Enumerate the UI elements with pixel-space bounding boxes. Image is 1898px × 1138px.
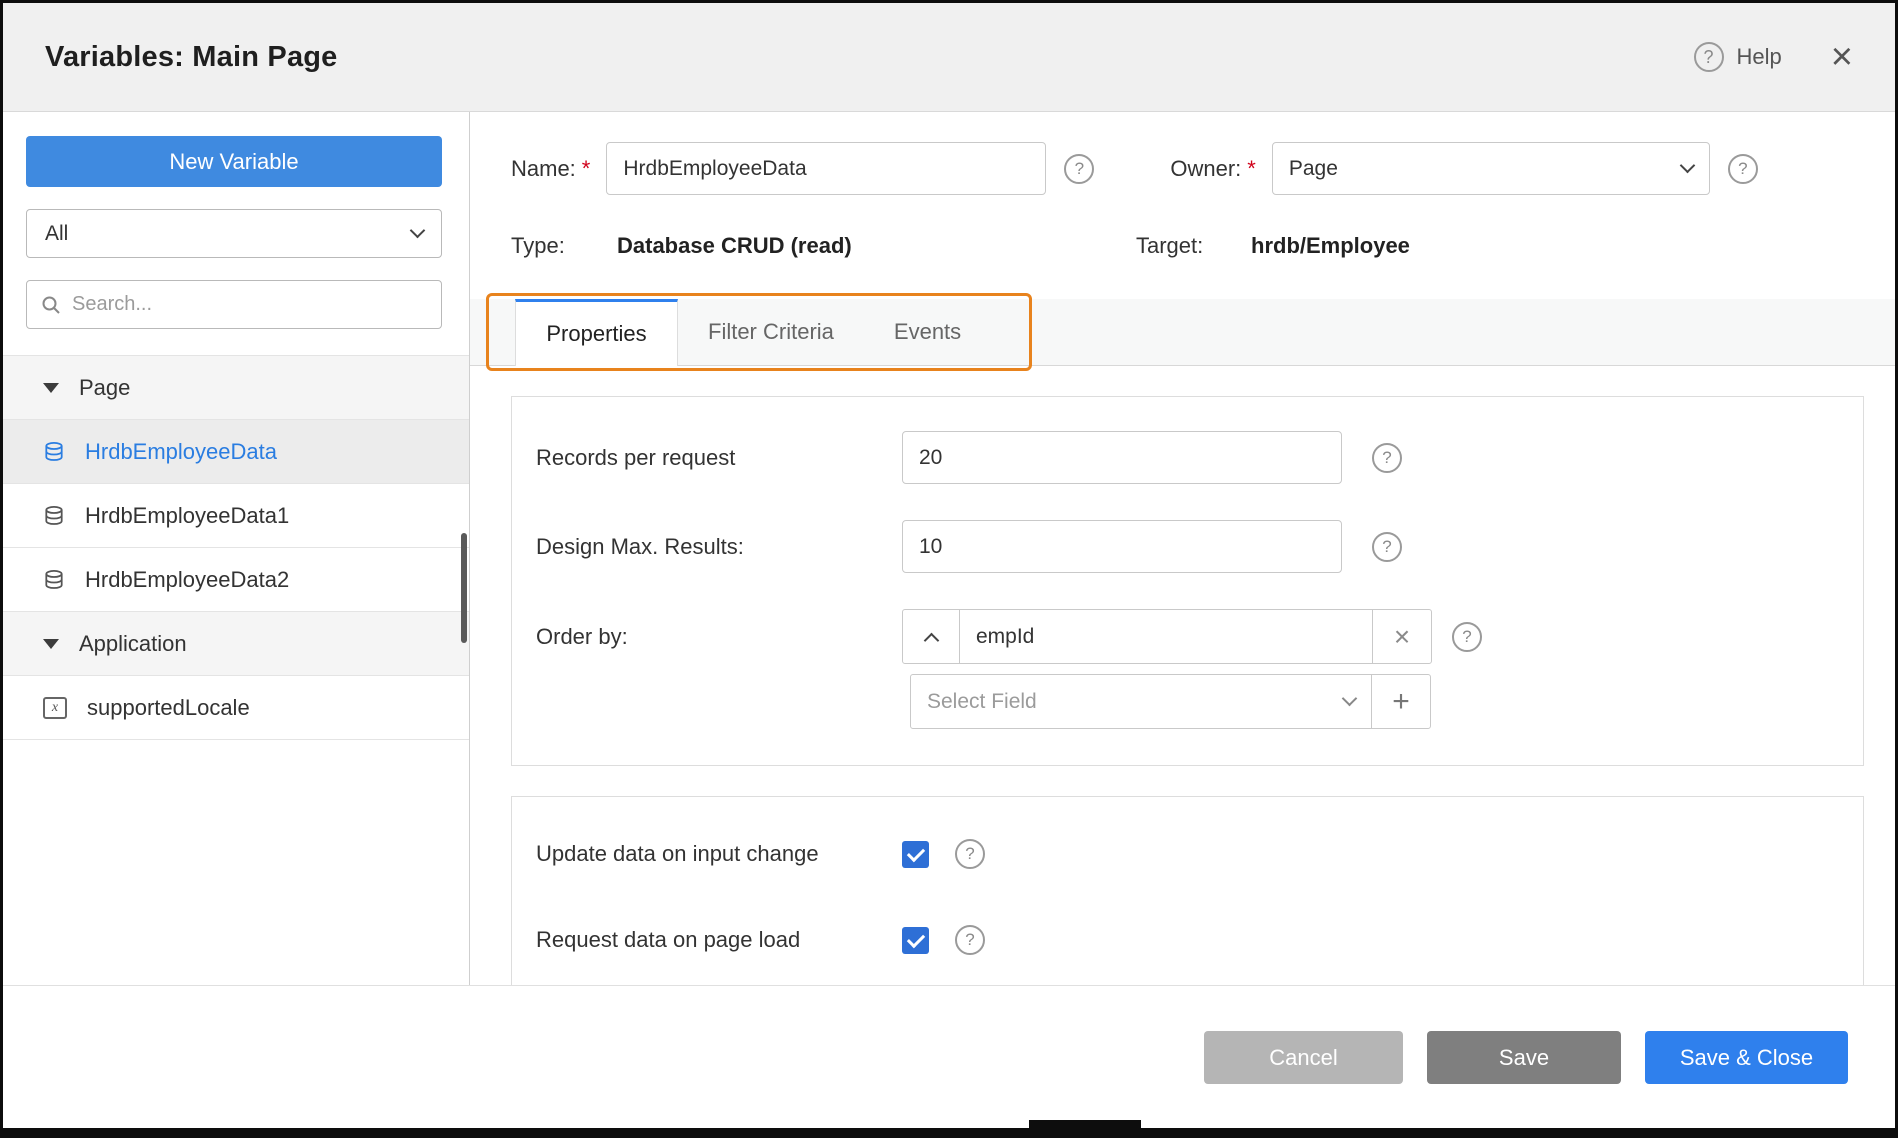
caret-down-icon bbox=[43, 383, 59, 393]
search-input[interactable] bbox=[72, 293, 427, 316]
request-on-page-load-label: Request data on page load bbox=[536, 927, 902, 953]
update-on-input-change-checkbox[interactable] bbox=[902, 841, 929, 868]
variable-meta-form: Name:* Owner:* Page bbox=[470, 112, 1895, 259]
owner-label: Owner:* bbox=[1170, 156, 1255, 182]
name-input[interactable] bbox=[606, 142, 1046, 195]
sort-direction-button[interactable] bbox=[902, 609, 960, 664]
background-app-edge bbox=[1029, 1120, 1141, 1138]
caret-down-icon bbox=[43, 639, 59, 649]
chevron-up-icon bbox=[923, 633, 939, 649]
records-per-request-row: Records per request bbox=[536, 431, 1863, 484]
tab-strip: Properties Filter Criteria Events bbox=[470, 299, 1895, 366]
save-and-close-button[interactable]: Save & Close bbox=[1645, 1031, 1848, 1084]
request-on-page-load-help-icon[interactable] bbox=[955, 925, 985, 955]
help-icon[interactable] bbox=[1694, 42, 1724, 72]
database-icon bbox=[43, 441, 65, 463]
variable-tree: Page HrdbEmployeeData bbox=[3, 355, 469, 985]
properties-content: Records per request Design Max. Results:… bbox=[470, 366, 1895, 985]
target-label: Target: bbox=[1136, 233, 1251, 259]
order-by-group: Select Field bbox=[902, 609, 1432, 729]
name-label: Name:* bbox=[511, 156, 590, 182]
variables-dialog: Variables: Main Page Help New Variable A… bbox=[3, 3, 1895, 1128]
tree-section-page[interactable]: Page bbox=[3, 356, 469, 420]
select-field-dropdown[interactable]: Select Field bbox=[910, 674, 1372, 729]
dialog-header: Variables: Main Page Help bbox=[3, 3, 1895, 112]
name-help-icon[interactable] bbox=[1064, 154, 1094, 184]
new-variable-button[interactable]: New Variable bbox=[26, 136, 442, 187]
chevron-down-icon bbox=[1680, 158, 1696, 174]
cancel-button[interactable]: Cancel bbox=[1204, 1031, 1403, 1084]
tree-item-hrdbemployeedata2[interactable]: HrdbEmployeeData2 bbox=[3, 548, 469, 612]
screen: Variables: Main Page Help New Variable A… bbox=[0, 0, 1898, 1138]
records-per-request-input[interactable] bbox=[902, 431, 1342, 484]
search-icon bbox=[41, 295, 61, 315]
sidebar: New Variable All Page bbox=[3, 112, 470, 985]
tab-filter-criteria[interactable]: Filter Criteria bbox=[678, 299, 864, 365]
target-group: Target: hrdb/Employee bbox=[1136, 233, 1851, 259]
tab-events[interactable]: Events bbox=[864, 299, 991, 365]
search-box bbox=[26, 280, 442, 329]
add-order-field-button[interactable] bbox=[1371, 674, 1431, 729]
chevron-down-icon bbox=[410, 223, 426, 239]
select-field-placeholder: Select Field bbox=[927, 690, 1037, 714]
tree-section-label: Page bbox=[79, 375, 130, 401]
chevron-down-icon bbox=[1342, 691, 1358, 707]
dialog-title: Variables: Main Page bbox=[45, 41, 338, 74]
close-icon[interactable] bbox=[1831, 38, 1853, 76]
type-label: Type: bbox=[511, 233, 617, 259]
tree-item-label: HrdbEmployeeData1 bbox=[85, 503, 289, 529]
target-value: hrdb/Employee bbox=[1251, 233, 1410, 259]
sidebar-scrollbar[interactable] bbox=[461, 533, 467, 643]
type-value: Database CRUD (read) bbox=[617, 233, 852, 259]
design-max-results-input[interactable] bbox=[902, 520, 1342, 573]
tree-item-supportedlocale[interactable]: x supportedLocale bbox=[3, 676, 469, 740]
variable-filter-select[interactable]: All bbox=[26, 209, 442, 258]
header-actions: Help bbox=[1694, 38, 1853, 76]
order-by-help-icon[interactable] bbox=[1452, 622, 1482, 652]
tree-item-hrdbemployeedata[interactable]: HrdbEmployeeData bbox=[3, 420, 469, 484]
tree-item-label: HrdbEmployeeData bbox=[85, 439, 277, 465]
owner-select[interactable]: Page bbox=[1272, 142, 1710, 195]
design-max-results-label: Design Max. Results: bbox=[536, 534, 902, 560]
required-marker: * bbox=[582, 156, 591, 181]
database-icon bbox=[43, 505, 65, 527]
dialog-footer: Cancel Save Save & Close bbox=[3, 986, 1895, 1128]
tab-properties[interactable]: Properties bbox=[515, 299, 678, 366]
name-owner-row: Name:* Owner:* Page bbox=[511, 142, 1851, 195]
order-by-label: Order by: bbox=[536, 609, 902, 664]
design-max-results-row: Design Max. Results: bbox=[536, 520, 1863, 573]
records-help-icon[interactable] bbox=[1372, 443, 1402, 473]
variable-x-icon: x bbox=[43, 697, 67, 719]
type-target-row: Type: Database CRUD (read) Target: hrdb/… bbox=[511, 233, 1851, 259]
update-on-input-change-label: Update data on input change bbox=[536, 841, 902, 867]
help-link[interactable]: Help bbox=[1737, 44, 1782, 70]
tree-item-label: supportedLocale bbox=[87, 695, 250, 721]
records-per-request-label: Records per request bbox=[536, 445, 902, 471]
add-order-field-row: Select Field bbox=[910, 674, 1432, 729]
save-button[interactable]: Save bbox=[1427, 1031, 1621, 1084]
request-on-page-load-checkbox[interactable] bbox=[902, 927, 929, 954]
data-settings-panel: Records per request Design Max. Results:… bbox=[511, 396, 1864, 766]
tree-item-label: HrdbEmployeeData2 bbox=[85, 567, 289, 593]
request-on-page-load-row: Request data on page load bbox=[536, 925, 1863, 955]
order-by-field-input[interactable] bbox=[959, 609, 1373, 664]
required-marker: * bbox=[1247, 156, 1256, 181]
order-by-entry bbox=[902, 609, 1432, 664]
tree-section-application[interactable]: Application bbox=[3, 612, 469, 676]
database-icon bbox=[43, 569, 65, 591]
update-on-input-change-row: Update data on input change bbox=[536, 839, 1863, 869]
dialog-body: New Variable All Page bbox=[3, 112, 1895, 986]
tree-section-label: Application bbox=[79, 631, 187, 657]
variable-filter-value: All bbox=[45, 222, 68, 246]
update-on-input-change-help-icon[interactable] bbox=[955, 839, 985, 869]
remove-order-field-button[interactable] bbox=[1372, 609, 1432, 664]
owner-group: Owner:* Page bbox=[1170, 142, 1757, 195]
behavior-panel: Update data on input change Request data… bbox=[511, 796, 1864, 985]
owner-help-icon[interactable] bbox=[1728, 154, 1758, 184]
design-max-help-icon[interactable] bbox=[1372, 532, 1402, 562]
tree-item-hrdbemployeedata1[interactable]: HrdbEmployeeData1 bbox=[3, 484, 469, 548]
order-by-row: Order by: bbox=[536, 609, 1863, 729]
main-panel: Name:* Owner:* Page bbox=[470, 112, 1895, 985]
owner-selected-value: Page bbox=[1289, 157, 1338, 181]
